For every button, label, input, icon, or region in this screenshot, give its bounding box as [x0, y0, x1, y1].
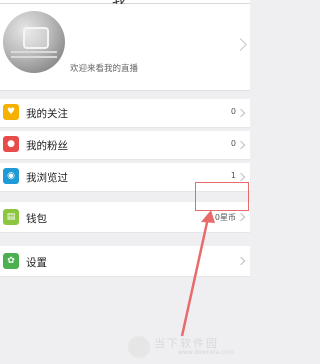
watermark-logo-icon: [128, 336, 150, 358]
watermark-url: www.downxia.com: [178, 349, 234, 356]
watermark: 当下软件园 www.downxia.com: [128, 336, 246, 360]
annotation-arrow-icon: [180, 210, 215, 337]
